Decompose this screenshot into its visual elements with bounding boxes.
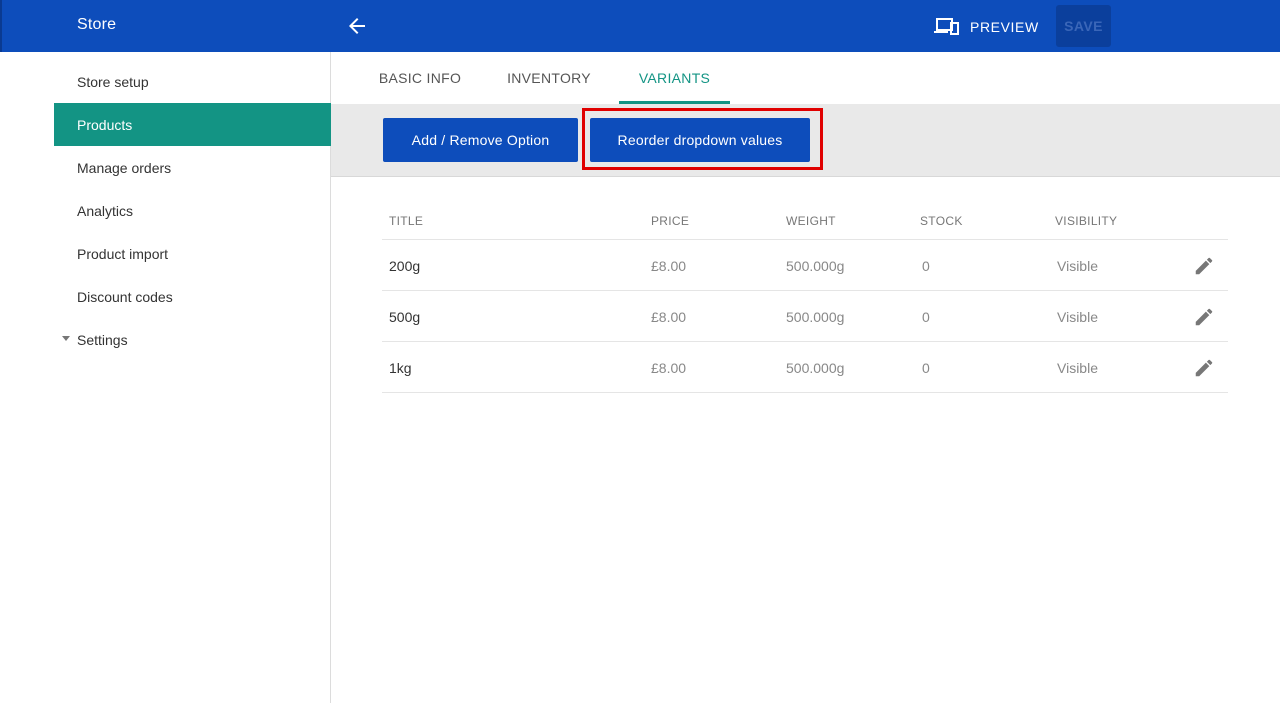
preview-button[interactable]: PREVIEW: [934, 14, 1039, 40]
cell-stock: 0: [922, 258, 930, 274]
settings-label: Settings: [77, 331, 128, 348]
cell-weight: 500.000g: [786, 258, 845, 274]
table-row[interactable]: 1kg £8.00 500.000g 0 Visible: [382, 342, 1228, 393]
sidebar-item-manage-orders[interactable]: Manage orders: [54, 146, 331, 189]
cell-stock: 0: [922, 309, 930, 325]
edit-pencil-icon[interactable]: [1193, 357, 1215, 379]
save-button[interactable]: SAVE: [1056, 5, 1111, 47]
column-header-stock: STOCK: [920, 214, 963, 228]
cell-title: 200g: [389, 258, 421, 274]
sidebar-item-products[interactable]: Products: [54, 103, 331, 146]
tab-inventory[interactable]: INVENTORY: [498, 52, 600, 104]
cell-visibility: Visible: [1057, 258, 1098, 274]
cell-visibility: Visible: [1057, 309, 1098, 325]
devices-icon: [934, 17, 960, 37]
table-row[interactable]: 500g £8.00 500.000g 0 Visible: [382, 291, 1228, 342]
column-header-title: TITLE: [389, 214, 424, 228]
caret-down-icon: [62, 336, 70, 341]
sidebar-item-store-setup[interactable]: Store setup: [54, 60, 331, 103]
sidebar-item-product-import[interactable]: Product import: [54, 232, 331, 275]
edit-pencil-icon[interactable]: [1193, 306, 1215, 328]
column-header-price: PRICE: [651, 214, 690, 228]
cell-price: £8.00: [651, 258, 687, 274]
variants-table: TITLE PRICE WEIGHT STOCK VISIBILITY 200g…: [382, 200, 1228, 393]
tab-basic-info[interactable]: BASIC INFO: [369, 52, 471, 104]
cell-weight: 500.000g: [786, 309, 845, 325]
sidebar: Store setup Products Manage orders Analy…: [0, 52, 331, 703]
tab-variants[interactable]: VARIANTS: [619, 52, 730, 104]
cell-price: £8.00: [651, 309, 687, 325]
table-header: TITLE PRICE WEIGHT STOCK VISIBILITY: [382, 200, 1228, 240]
reorder-dropdown-values-button[interactable]: Reorder dropdown values: [590, 118, 810, 162]
cell-title: 500g: [389, 309, 421, 325]
cell-stock: 0: [922, 360, 930, 376]
tab-bar: BASIC INFO INVENTORY VARIANTS: [331, 52, 1280, 104]
add-remove-option-button[interactable]: Add / Remove Option: [383, 118, 578, 162]
preview-label: PREVIEW: [970, 19, 1039, 35]
top-app-bar: Store PREVIEW SAVE: [0, 0, 1280, 52]
cell-price: £8.00: [651, 360, 687, 376]
table-row[interactable]: 200g £8.00 500.000g 0 Visible: [382, 240, 1228, 291]
cell-weight: 500.000g: [786, 360, 845, 376]
sidebar-item-settings[interactable]: Settings: [54, 318, 331, 361]
app-title: Store: [77, 16, 117, 33]
edit-pencil-icon[interactable]: [1193, 255, 1215, 277]
variant-actions-bar: Add / Remove Option Reorder dropdown val…: [331, 104, 1280, 177]
column-header-weight: WEIGHT: [786, 214, 836, 228]
column-header-visibility: VISIBILITY: [1055, 214, 1118, 228]
back-arrow-icon[interactable]: [345, 14, 369, 38]
sidebar-item-discount-codes[interactable]: Discount codes: [54, 275, 331, 318]
cell-title: 1kg: [389, 360, 412, 376]
cell-visibility: Visible: [1057, 360, 1098, 376]
sidebar-item-analytics[interactable]: Analytics: [54, 189, 331, 232]
topbar-edge: [0, 0, 2, 52]
